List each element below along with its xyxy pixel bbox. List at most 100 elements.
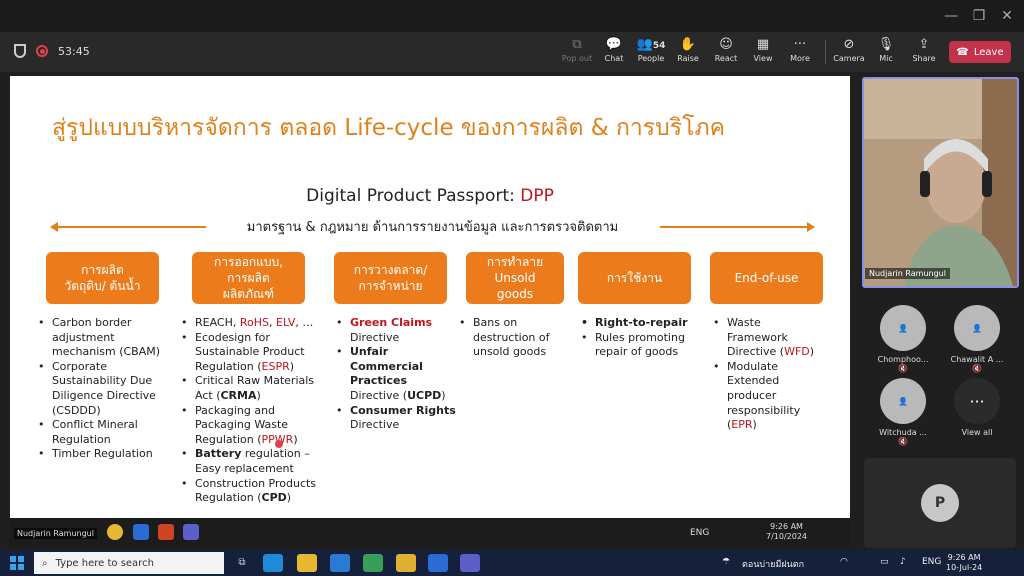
speaker-video[interactable] — [862, 77, 1019, 288]
list-item: Rules promoting repair of goods — [581, 331, 701, 360]
mic-button[interactable]: 🎙 Mic — [866, 36, 906, 70]
mic-off-icon: 🔇 — [898, 437, 908, 446]
shield-icon — [14, 44, 26, 58]
list-item: Conflict Mineral Regulation — [38, 418, 164, 447]
list-item: Green Claims Directive — [336, 316, 456, 345]
task-view-icon[interactable]: ⧉ — [232, 554, 252, 572]
list-item: Right-to-repair — [581, 316, 701, 331]
participant-tile[interactable]: 👤 Chomphoo... 🔇 — [873, 305, 933, 373]
participant-tile[interactable]: 👤 Witchuda ... 🔇 — [873, 378, 933, 446]
wifi-icon[interactable]: ◠ — [840, 557, 848, 567]
list-item: Modulate Extended producer responsibilit… — [713, 360, 823, 433]
participant-tile[interactable]: 👤 Chawalit A ... 🔇 — [947, 305, 1007, 373]
leave-button[interactable]: ☎ Leave — [949, 41, 1011, 63]
column-end-of-use: Waste Framework Directive (WFD) Modulate… — [713, 316, 823, 433]
people-button[interactable]: 👥54 People — [631, 36, 671, 70]
chrome-icon[interactable] — [396, 554, 416, 572]
edge-icon[interactable] — [263, 554, 283, 572]
battery-icon[interactable]: ▭ — [880, 557, 889, 567]
column-design: REACH, RoHS, ELV, … Ecodesign for Sustai… — [181, 316, 323, 506]
person-icon: 👤 — [880, 305, 926, 351]
hand-icon: ✋ — [679, 37, 697, 52]
close-icon[interactable]: ✕ — [996, 6, 1018, 26]
people-icon: 👥54 — [636, 37, 666, 52]
weather-text: ตอนบ่ายมีฝนตก — [742, 560, 805, 570]
view-all-button[interactable]: ··· View all — [947, 378, 1007, 437]
mic-off-icon: 🎙 — [877, 37, 895, 52]
pop-out-button[interactable]: ⧉ Pop out — [557, 36, 597, 70]
camera-button[interactable]: ⊘ Camera — [829, 36, 869, 70]
speaker-video-frame — [864, 79, 1017, 286]
recording-icon — [36, 45, 48, 57]
more-icon: ··· — [954, 378, 1000, 424]
share-button[interactable]: ⇪ Share — [904, 36, 944, 70]
speaker-name: Nudjarin Ramungul — [865, 268, 950, 279]
list-item: Unfair Commercial Practices Directive (U… — [336, 345, 456, 403]
inner-clock: 9:26 AM 7/10/2024 — [766, 522, 808, 541]
presenter-name: Nudjarin Ramungul — [14, 528, 97, 539]
grid-icon: ▦ — [756, 37, 770, 52]
more-button[interactable]: ··· More — [780, 36, 820, 70]
pop-out-icon: ⧉ — [572, 37, 582, 52]
react-button[interactable]: ☺ React — [706, 36, 746, 70]
stage-box: การวางตลาด/ การจำหน่าย — [334, 252, 447, 304]
stage-box: การออกแบบ, การผลิต ผลิตภัณฑ์ — [192, 252, 305, 304]
avatar: P — [921, 484, 959, 522]
list-item: Critical Raw Materials Act (CRMA) — [181, 374, 323, 403]
stage-box: การทำลาย Unsold goods — [466, 252, 564, 304]
taskbar-clock[interactable]: 9:26 AM 10-Jul-24 — [946, 553, 982, 573]
list-item: Timber Regulation — [38, 447, 164, 462]
chrome-icon — [107, 524, 123, 540]
shared-slide: สู่รูปแบบบริหารจัดการ ตลอด Life-cycle ขอ… — [10, 76, 850, 518]
camera-off-icon: ⊘ — [843, 37, 855, 52]
file-explorer-icon[interactable] — [297, 554, 317, 572]
chat-button[interactable]: 💬 Chat — [594, 36, 634, 70]
shared-screen-taskbar: Nudjarin Ramungul ENG 9:26 AM 7/10/2024 — [10, 518, 850, 548]
browser-icon[interactable] — [363, 554, 383, 572]
windows-start-icon[interactable] — [10, 556, 24, 570]
powerpoint-icon — [158, 524, 174, 540]
share-icon: ⇪ — [918, 37, 930, 52]
view-button[interactable]: ▦ View — [743, 36, 783, 70]
more-icon: ··· — [793, 37, 807, 52]
maximize-icon[interactable]: ❐ — [968, 6, 990, 26]
chat-icon: 💬 — [605, 37, 623, 52]
minimize-icon[interactable]: — — [940, 6, 962, 26]
column-use: Right-to-repair Rules promoting repair o… — [581, 316, 701, 360]
search-icon: ⌕ — [42, 557, 48, 569]
webex-icon[interactable] — [428, 554, 448, 572]
raise-hand-button[interactable]: ✋ Raise — [668, 36, 708, 70]
teams-icon[interactable] — [460, 554, 480, 572]
list-item: Corporate Sustainability Due Diligence D… — [38, 360, 164, 418]
stage-box: การใช้งาน — [578, 252, 691, 304]
slide-subtitle: มาตรฐาน & กฎหมาย ด้านการรายงานข้อมูล และ… — [246, 220, 619, 235]
person-icon: 👤 — [954, 305, 1000, 351]
window-titlebar: — ❐ ✕ — [0, 0, 1024, 32]
meeting-timer: 53:45 — [58, 44, 90, 58]
person-icon: 👤 — [880, 378, 926, 424]
mail-icon[interactable] — [330, 554, 350, 572]
taskbar-search[interactable]: ⌕ Type here to search — [34, 552, 224, 574]
list-item: REACH, RoHS, ELV, … — [181, 316, 323, 331]
weather-icon: ☂ — [722, 557, 731, 567]
volume-icon[interactable]: ♪ — [900, 557, 906, 567]
list-item: Waste Framework Directive (WFD) — [713, 316, 823, 360]
list-item: Consumer Rights Directive — [336, 404, 456, 433]
teams-icon — [183, 524, 199, 540]
column-destruction: Bans on destruction of unsold goods — [459, 316, 563, 360]
dpp-heading: Digital Product Passport: DPP — [306, 186, 554, 206]
taskbar-language[interactable]: ENG — [922, 557, 941, 567]
stage-box: End-of-use — [710, 252, 823, 304]
stage-box: การผลิต วัตถุดิบ/ ต้นน้ำ — [46, 252, 159, 304]
mic-off-icon: 🔇 — [972, 364, 982, 373]
self-view: P — [864, 458, 1016, 548]
list-item: Packaging and Packaging Waste Regulation… — [181, 404, 323, 448]
list-item: Construction Products Regulation (CPD) — [181, 477, 323, 506]
mic-off-icon: 🔇 — [898, 364, 908, 373]
toolbar-divider — [825, 40, 826, 64]
phone-icon: ☎ — [956, 46, 969, 58]
list-item: Ecodesign for Sustainable Product Regula… — [181, 331, 323, 375]
language-indicator: ENG — [690, 528, 710, 538]
lifecycle-arrow: มาตรฐาน & กฎหมาย ด้านการรายงานข้อมูล และ… — [50, 216, 815, 236]
column-market: Green Claims Directive Unfair Commercial… — [336, 316, 456, 433]
